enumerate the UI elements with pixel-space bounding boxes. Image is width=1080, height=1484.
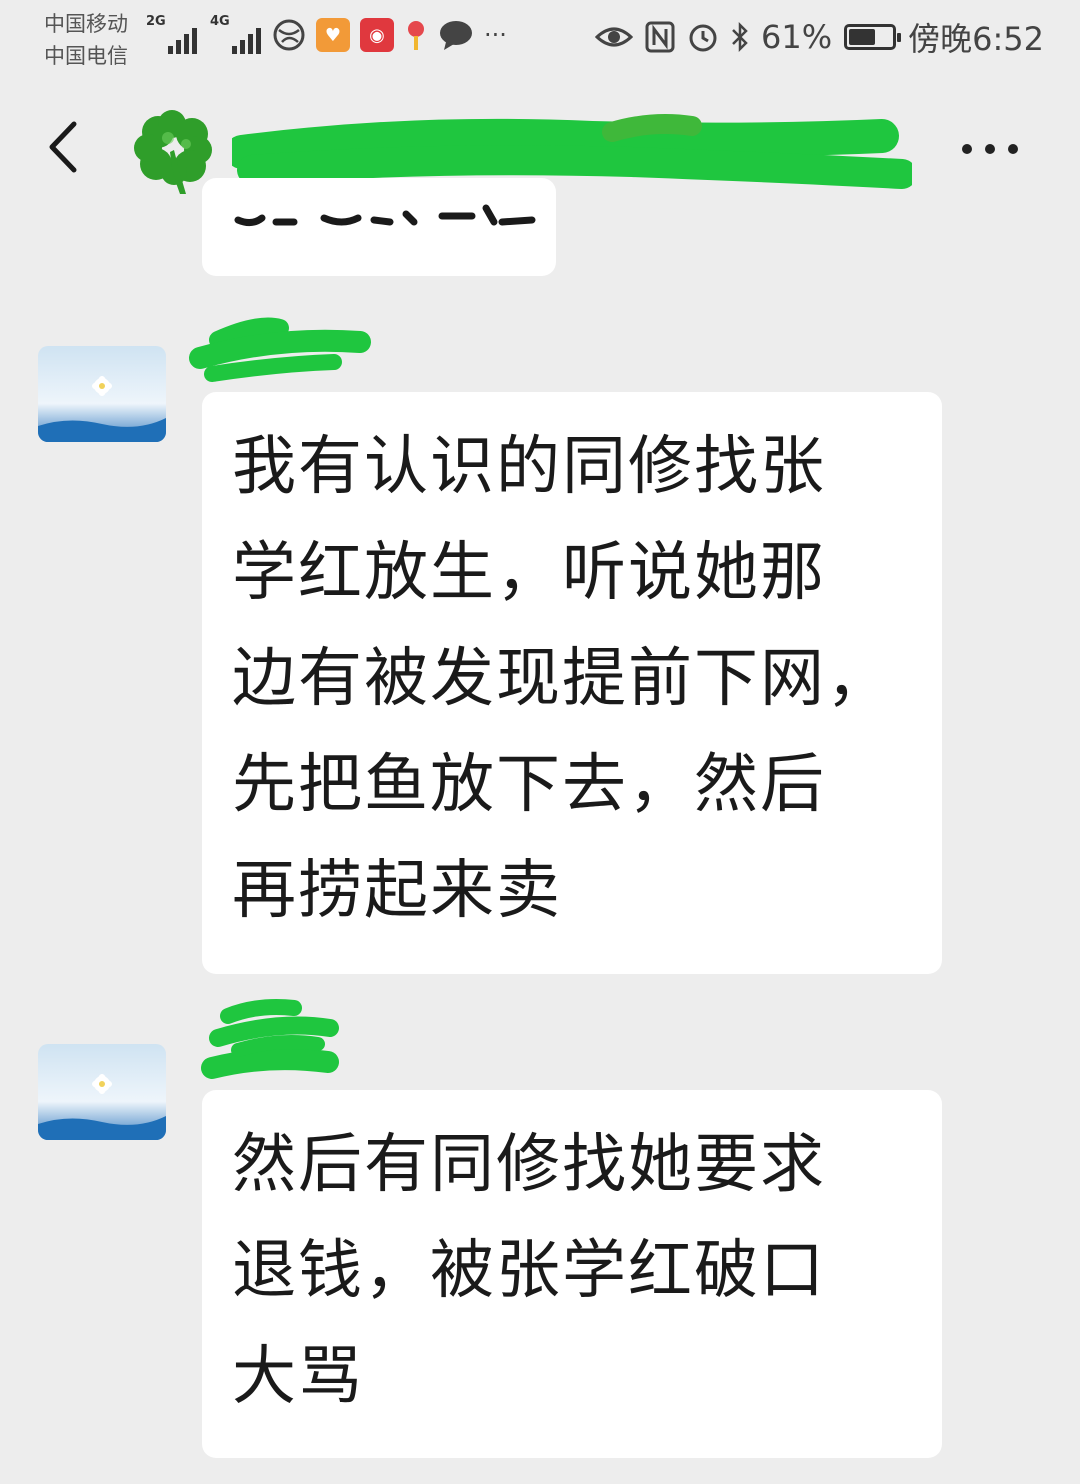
carrier-names: 中国移动 中国电信 <box>44 8 128 72</box>
avatar-image <box>38 346 166 442</box>
message-bubble-partial[interactable] <box>202 178 556 276</box>
chevron-left-icon[interactable] <box>36 112 96 182</box>
weibo-icon: ◉ <box>360 18 394 52</box>
status-time: 傍晚6:52 <box>908 20 1044 58</box>
message-text: 然后有同修找她要求 退钱，被张学红破口 大骂 <box>232 1128 826 1414</box>
message-text: 我有认识的同修找张 学红放生，听说她那 边有被发现提前下网， 先把鱼放下去，然后… <box>232 430 892 928</box>
browser-icon <box>273 19 305 51</box>
carrier-2-label: 中国电信 <box>44 44 128 68</box>
battery-fill <box>849 29 875 45</box>
pin-icon <box>408 21 424 50</box>
eye-icon <box>595 27 633 47</box>
message-bubble[interactable]: 我有认识的同修找张 学红放生，听说她那 边有被发现提前下网， 先把鱼放下去，然后… <box>202 392 942 974</box>
signal-2-icon: 4G <box>210 14 264 54</box>
avatar[interactable] <box>38 1044 166 1140</box>
signal-1-icon: 2G <box>146 14 200 54</box>
more-notifications-icon: ··· <box>484 21 507 49</box>
battery-icon <box>844 24 902 50</box>
sender-name-redaction <box>189 317 371 382</box>
avatar-image <box>38 1044 166 1140</box>
message-bubble[interactable]: 然后有同修找她要求 退钱，被张学红破口 大骂 <box>202 1090 942 1458</box>
partial-text-fragment <box>234 204 536 227</box>
avatar[interactable] <box>38 346 166 442</box>
more-options-button[interactable] <box>962 142 1018 156</box>
app-notification-icon: ♥ <box>316 18 350 52</box>
more-dot <box>1008 144 1018 154</box>
sender-name-redaction <box>201 999 339 1079</box>
status-bar: 中国移动 中国电信 2G 4G ♥ ◉ ··· 61% 傍晚6:52 <box>0 0 1080 82</box>
chat-bubble-icon <box>440 21 472 50</box>
bluetooth-icon <box>732 21 748 53</box>
nfc-icon <box>645 21 675 53</box>
battery-percent: 61% <box>761 18 833 56</box>
carrier-1-label: 中国移动 <box>44 12 128 36</box>
notification-icons: ♥ ◉ ··· <box>272 18 507 52</box>
alarm-icon <box>689 24 717 52</box>
more-dot <box>985 144 995 154</box>
more-dot <box>962 144 972 154</box>
status-right-group: 61% 傍晚6:52 <box>595 14 1044 60</box>
